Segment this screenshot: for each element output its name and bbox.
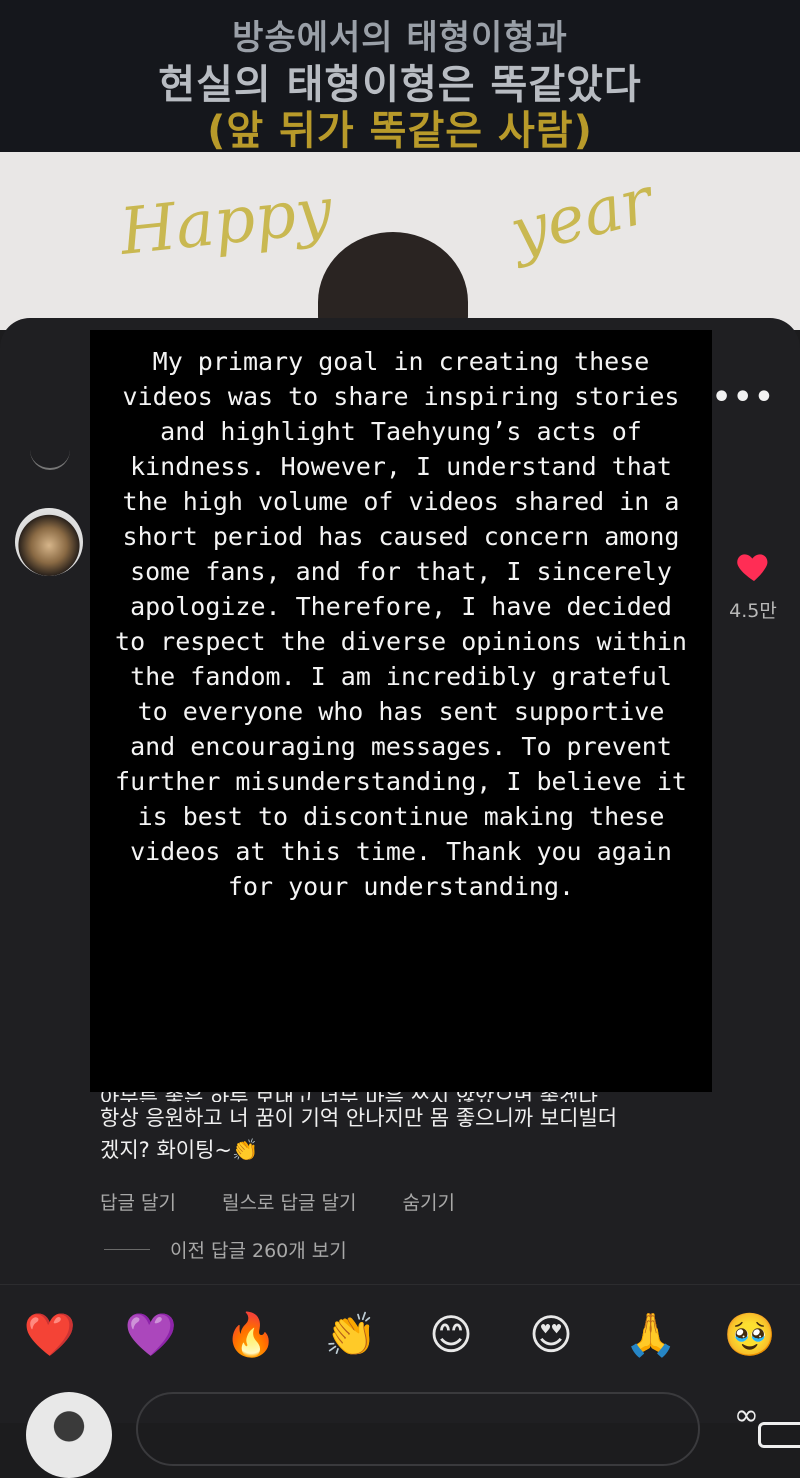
hide-button[interactable]: 숨기기 — [403, 1192, 455, 1214]
comment-line: 항상 응원하고 너 꿈이 기억 안나지만 몸 좋으니까 보디빌더 — [100, 1106, 618, 1130]
more-options-icon[interactable]: ••• — [712, 380, 776, 415]
caption-line: (앞 뒤가 똑같은 사람) — [207, 108, 593, 154]
purple-heart-emoji-button[interactable]: 💜 — [123, 1306, 179, 1364]
infinity-icon[interactable]: ∞ — [734, 1398, 759, 1433]
banner-decoration: Happy — [116, 174, 336, 270]
user-avatar — [26, 1392, 112, 1478]
statement-text: My primary goal in creating these videos… — [115, 347, 687, 901]
smile-emoji-button[interactable]: 😊 — [423, 1306, 479, 1364]
banner-decoration: year — [503, 163, 660, 271]
comment-compose-bar: ∞ — [0, 1386, 800, 1478]
divider — [104, 1249, 150, 1250]
red-heart-emoji-button[interactable]: ❤️ — [22, 1306, 78, 1364]
pleading-emoji-button[interactable]: 🥹 — [722, 1306, 778, 1364]
comment-line: 겠지? 화이팅~👏 — [100, 1138, 259, 1162]
heart-icon[interactable] — [734, 546, 774, 586]
comment-body: 아무튼 좋은 하루 보내고 너무 마음 쓰지 않았으면 좋겠다 항상 응원하고 … — [100, 1084, 740, 1166]
commenter-avatar[interactable] — [15, 508, 83, 576]
pray-emoji-button[interactable]: 🙏 — [623, 1306, 679, 1364]
comment-input[interactable] — [136, 1392, 800, 1466]
divider — [0, 1284, 800, 1285]
emoji-reaction-bar: ❤️ 💜 🔥 👏 😊 😍 🙏 🥹 — [0, 1306, 800, 1366]
video-player[interactable]: Happy year 방송에서의 태형이형과 현실의 태형이형은 똑같았다 (앞… — [0, 0, 800, 330]
gif-icon[interactable] — [758, 1422, 800, 1448]
view-replies-label: 이전 답글 260개 보기 — [170, 1240, 347, 1262]
view-replies-button[interactable]: 이전 답글 260개 보기 — [104, 1236, 347, 1263]
reply-button[interactable]: 답글 달기 — [100, 1192, 176, 1214]
clap-emoji-button[interactable]: 👏 — [323, 1306, 379, 1364]
video-caption: 방송에서의 태형이형과 현실의 태형이형은 똑같았다 (앞 뒤가 똑같은 사람) — [0, 0, 800, 154]
video-person — [318, 232, 468, 330]
fire-emoji-button[interactable]: 🔥 — [223, 1306, 279, 1364]
reply-with-reels-button[interactable]: 릴스로 답글 달기 — [222, 1192, 356, 1214]
heart-eyes-emoji-button[interactable]: 😍 — [523, 1306, 579, 1364]
statement-overlay: My primary goal in creating these videos… — [90, 330, 712, 1092]
like-count: 4.5만 — [729, 600, 777, 622]
comment-actions: 답글 달기 릴스로 답글 달기 숨기기 — [100, 1188, 495, 1215]
